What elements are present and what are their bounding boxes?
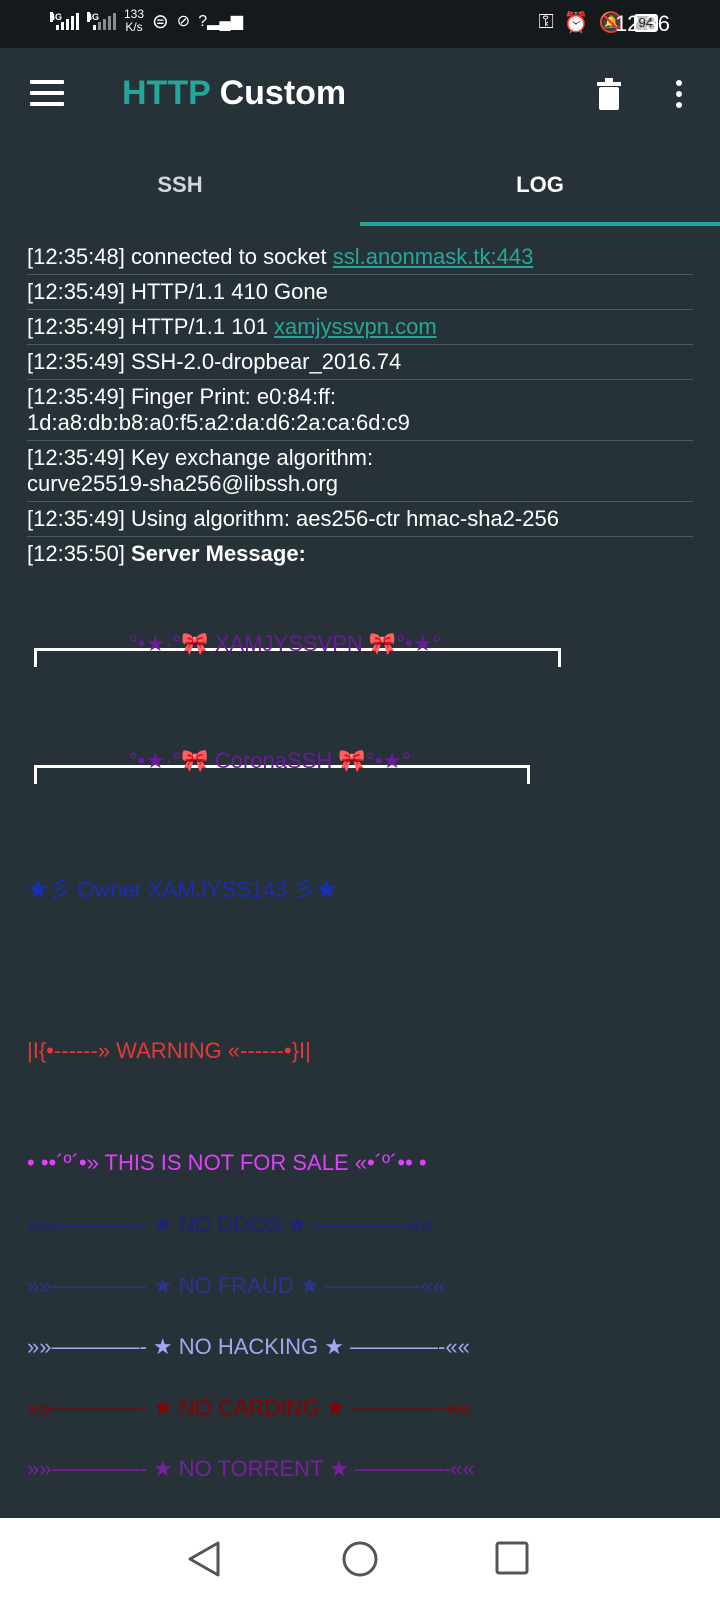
more-options-icon[interactable] [676, 80, 682, 108]
clock: 12:36 [614, 11, 670, 36]
log-entry-server-message: [12:35:50] Server Message: [27, 541, 306, 566]
tab-ssh[interactable]: SSH [0, 144, 360, 226]
menu-icon[interactable] [30, 80, 64, 106]
log-entry: [12:35:48] connected to socket ssl.anonm… [27, 226, 693, 275]
warning-line: |I{•------» WARNING «------•}I| [27, 1038, 311, 1063]
vpn-icon: ⊜ [152, 10, 169, 33]
key-icon: ⚿ [538, 11, 554, 33]
banner-frame: °•★·°🎀 CoronaSSH 🎀°•★° [34, 748, 530, 784]
home-icon[interactable] [341, 1540, 379, 1578]
not-for-sale-line: • ••´º´•» THIS IS NOT FOR SALE «•´º´•• • [27, 1150, 427, 1175]
signal-icon: 4G [87, 12, 116, 30]
status-left: 4G 4G 133 K/s ⊜ ⊘ ?▂▄▆ [50, 8, 243, 34]
log-link[interactable]: ssl.anonmask.tk:443 [333, 244, 534, 269]
app-title: HTTP Custom [122, 74, 347, 112]
trash-icon[interactable] [597, 78, 621, 110]
log-entry: [12:35:49] Key exchange algorithm: curve… [27, 441, 693, 502]
back-icon[interactable] [186, 1539, 222, 1579]
network-speed: 133 K/s [124, 7, 145, 34]
signal-icon: 4G [50, 12, 79, 30]
log-entry: [12:35:49] Using algorithm: aes256-ctr h… [27, 502, 693, 537]
rule-line: »»————- ★ NO DDOS ★ ————-«« [27, 1212, 434, 1237]
recents-icon[interactable] [495, 1541, 529, 1575]
log-list: [12:35:48] connected to socket ssl.anonm… [27, 226, 693, 571]
system-nav-bar [0, 1518, 720, 1600]
wifi-icon: ?▂▄▆ [198, 13, 244, 30]
tab-bar: SSH LOG [0, 144, 720, 226]
status-bar: 4G 4G 133 K/s ⊜ ⊘ ?▂▄▆ ⚿ ⏰ 🔕 94 12:36 [0, 0, 720, 48]
log-entry: [12:35:49] SSH-2.0-dropbear_2016.74 [27, 345, 693, 380]
log-entry: [12:35:49] HTTP/1.1 101 xamjyssvpn.com [27, 310, 693, 345]
log-entry: [12:35:49] Finger Print: e0:84:ff: 1d:a8… [27, 380, 693, 441]
data-saver-icon: ⊘ [176, 13, 191, 30]
app-bar: HTTP Custom [0, 48, 720, 144]
rule-line: »»————- ★ NO FRAUD ★ ————-«« [27, 1273, 446, 1298]
rule-line: »»————- ★ NO TORRENT ★ ————-«« [27, 1456, 475, 1481]
banner-frame: °•★·°🎀 XAMJYSSVPN 🎀°•★° [34, 631, 561, 667]
rule-line: »»————- ★ NO CARDING ★ ————-«« [27, 1395, 472, 1420]
log-entry: [12:35:49] HTTP/1.1 410 Gone [27, 275, 693, 310]
owner-line: ★彡 Owner XAMJYSS143 彡★ [27, 877, 338, 902]
rule-line: »»————- ★ NO HACKING ★ ————-«« [27, 1334, 470, 1359]
log-link[interactable]: xamjyssvpn.com [274, 314, 437, 339]
tab-log[interactable]: LOG [360, 144, 720, 226]
alarm-icon: ⏰ [563, 12, 589, 34]
